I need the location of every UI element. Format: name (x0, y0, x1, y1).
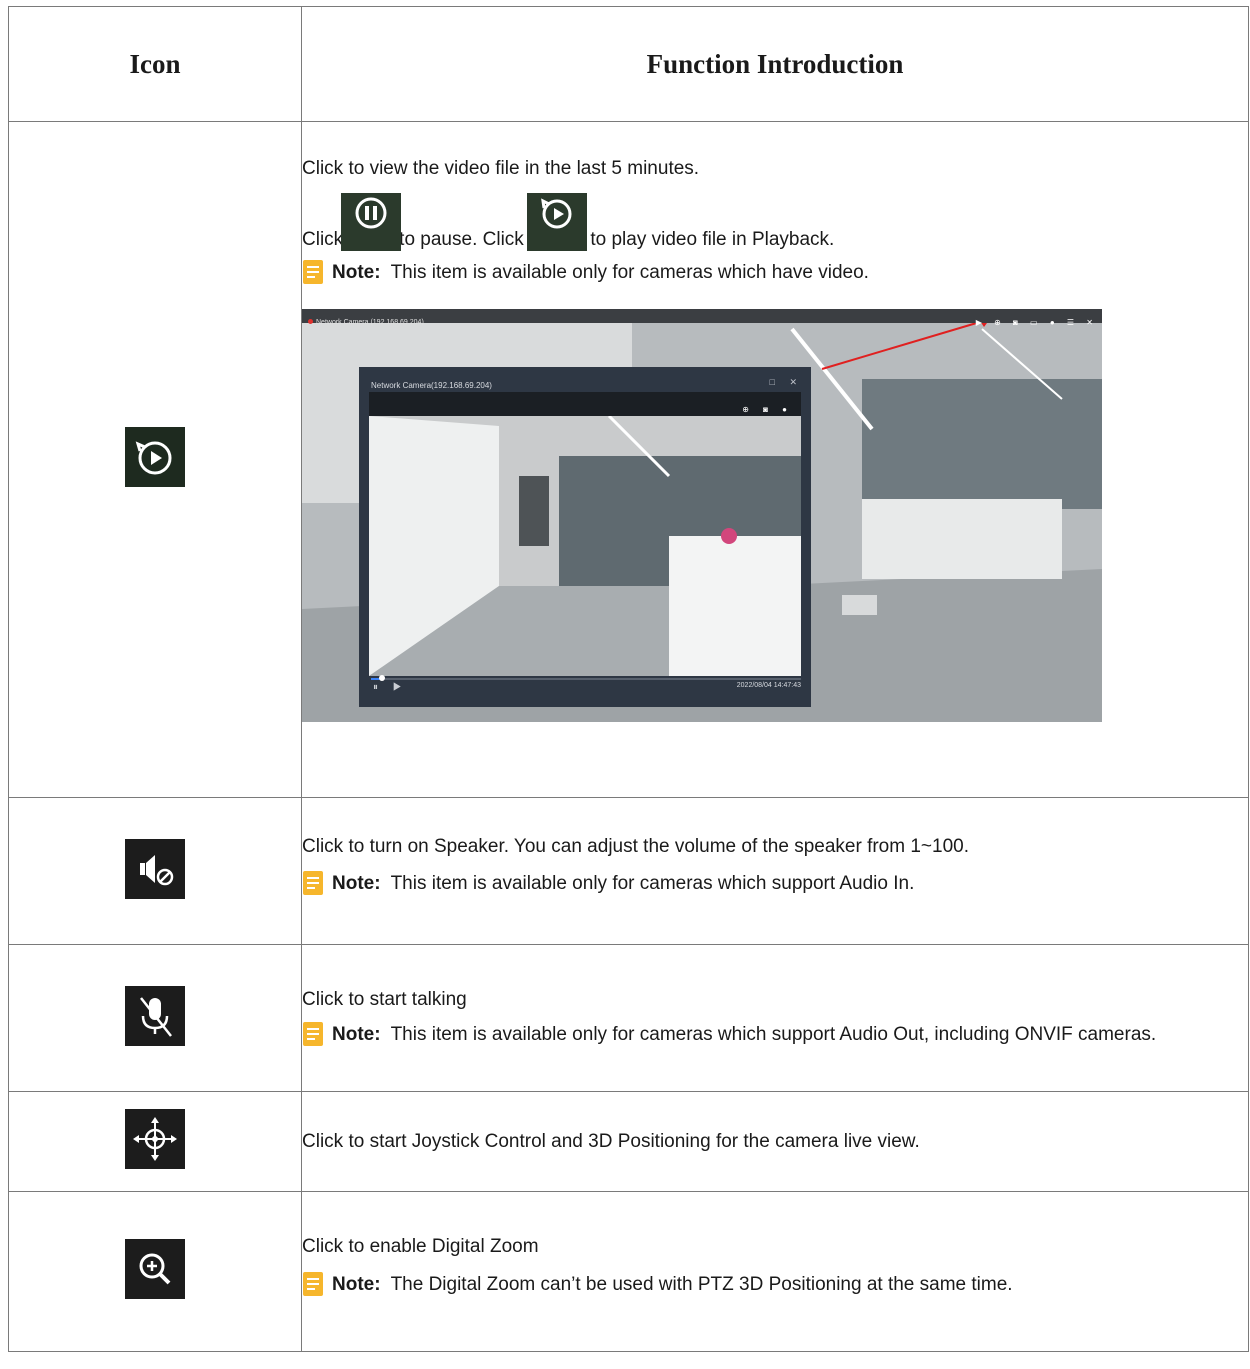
timestamp: 2022/08/04 14:47:43 (736, 682, 801, 689)
header-icon: Icon (8, 6, 302, 122)
icon-cell (8, 1191, 302, 1352)
header-function: Function Introduction (301, 6, 1249, 122)
note-label: Note: (332, 1024, 381, 1045)
note-icon (303, 871, 323, 895)
playback-controls: ⏸ ▶ (373, 682, 408, 693)
joystick-icon (125, 1109, 185, 1169)
description-cell: Click to start Joystick Control and 3D P… (301, 1091, 1249, 1192)
table-header-row: Icon Function Introduction (8, 6, 1249, 122)
table-row: Click to enable Digital Zoom Note: The D… (8, 1191, 1249, 1352)
icon-cell (8, 121, 302, 798)
playback-icon (527, 193, 588, 251)
note-icon (303, 1272, 323, 1296)
description-text: Click to enable Digital Zoom (302, 1236, 539, 1257)
description-cell: Click to enable Digital Zoom Note: The D… (301, 1191, 1249, 1352)
note-label: Note: (332, 1274, 381, 1295)
table-row: Click to turn on Speaker. You can adjust… (8, 797, 1249, 945)
note-icon (303, 1022, 323, 1046)
description-cell: Click to view the video file in the last… (301, 121, 1249, 798)
note-icon (303, 260, 323, 284)
note-text: This item is available only for cameras … (390, 262, 869, 283)
note: Note: This item is available only for ca… (302, 1022, 1248, 1047)
note-label: Note: (332, 873, 381, 894)
zoom-in-icon (125, 1239, 185, 1299)
record-dot (308, 319, 313, 324)
playback-icon (125, 427, 185, 487)
pause-play-text: Click to pause. Click to play video file… (302, 193, 1248, 251)
note: Note: This item is available only for ca… (302, 260, 1248, 285)
window-titlebar: Network Camera (192.168.69.204) ▶ ⊕ ◙ ▭ … (302, 309, 1102, 327)
popup-video (369, 416, 801, 676)
function-table: Icon Function Introduction Click to view… (8, 6, 1249, 1352)
table-row: Click to view the video file in the last… (8, 121, 1249, 798)
pause-icon (341, 193, 402, 251)
microphone-off-icon (125, 985, 185, 1046)
note: Note: The Digital Zoom can’t be used wit… (302, 1272, 1248, 1297)
note-text: This item is available only for cameras … (390, 1024, 1157, 1045)
note: Note: This item is available only for ca… (302, 871, 1248, 896)
description-text: Click to start Joystick Control and 3D P… (302, 1131, 920, 1152)
note-text: This item is available only for cameras … (390, 873, 915, 894)
popup-toolbar: ⊕ ◙ ● (369, 392, 801, 416)
description-text: Click to view the video file in the last… (302, 158, 700, 179)
icon-cell (8, 944, 302, 1092)
speaker-off-icon (125, 838, 185, 899)
icon-cell (8, 1091, 302, 1192)
icon-cell (8, 797, 302, 945)
description-text: Click to start talking (302, 989, 467, 1010)
playback-popup: Network Camera(192.168.69.204) □ ✕ ⊕ ◙ ● (359, 367, 811, 707)
description-cell: Click to start talking Note: This item i… (301, 944, 1249, 1092)
note-text: The Digital Zoom can’t be used with PTZ … (390, 1274, 1013, 1295)
description-cell: Click to turn on Speaker. You can adjust… (301, 797, 1249, 945)
note-label: Note: (332, 262, 381, 283)
table-row: Click to start talking Note: This item i… (8, 944, 1249, 1092)
description-text: Click to turn on Speaker. You can adjust… (302, 836, 969, 857)
popup-window-controls: □ ✕ (769, 377, 803, 387)
camera-screenshot: Network Camera (192.168.69.204) ▶ ⊕ ◙ ▭ … (302, 309, 1102, 722)
window-toolbar: ▶ ⊕ ◙ ▭ ● ☰ ✕ (975, 318, 1098, 327)
table-row: Click to start Joystick Control and 3D P… (8, 1091, 1249, 1192)
